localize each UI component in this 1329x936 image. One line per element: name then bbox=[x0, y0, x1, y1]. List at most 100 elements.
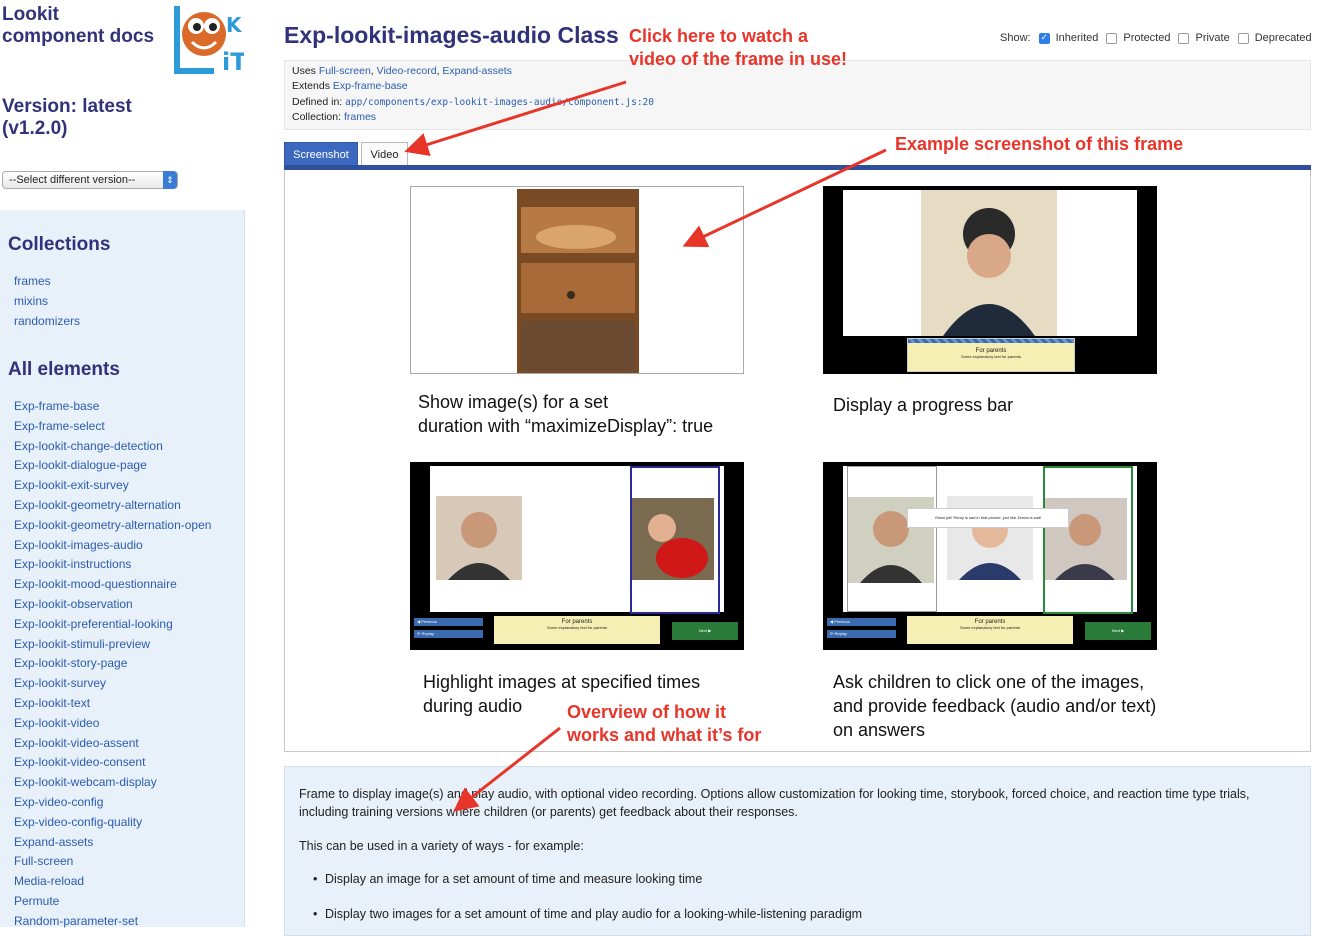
element-link[interactable]: Exp-lookit-preferential-looking bbox=[14, 615, 211, 635]
uses-link[interactable]: Full-screen bbox=[319, 65, 371, 77]
collection-link[interactable]: randomizers bbox=[14, 312, 80, 332]
uses-link[interactable]: Expand-assets bbox=[442, 65, 511, 77]
extends-link[interactable]: Exp-frame-base bbox=[333, 80, 408, 92]
element-link[interactable]: Exp-lookit-geometry-alternation-open bbox=[14, 516, 211, 536]
uses-link[interactable]: Video-record bbox=[377, 65, 437, 77]
child-photo bbox=[436, 496, 522, 580]
element-link[interactable]: Exp-lookit-story-page bbox=[14, 654, 211, 674]
element-link[interactable]: Exp-lookit-video bbox=[14, 714, 211, 734]
video-annotation: Click here to watch a video of the frame… bbox=[629, 25, 847, 71]
svg-text:iT: iT bbox=[222, 48, 244, 76]
highlighted-image bbox=[630, 466, 720, 614]
uses-label: Uses bbox=[292, 65, 316, 77]
collections-list: frames mixins randomizers bbox=[14, 272, 80, 331]
example-screenshot-image: For parents Some explanatory text for pa… bbox=[823, 186, 1157, 374]
element-link[interactable]: Random-parameter-set bbox=[14, 912, 211, 932]
element-link[interactable]: Exp-video-config bbox=[14, 793, 211, 813]
element-link[interactable]: Exp-lookit-mood-questionnaire bbox=[14, 575, 211, 595]
element-link[interactable]: Exp-lookit-survey bbox=[14, 674, 211, 694]
choice-image bbox=[847, 466, 937, 612]
annotation-line: works and what it’s for bbox=[567, 725, 762, 745]
version-select-value: --Select different version-- bbox=[9, 174, 136, 186]
collection-link[interactable]: frames bbox=[14, 272, 80, 292]
element-link[interactable]: Exp-lookit-text bbox=[14, 694, 211, 714]
caption-1: Show image(s) for a set duration with “m… bbox=[418, 390, 713, 438]
element-link[interactable]: Exp-lookit-geometry-alternation bbox=[14, 496, 211, 516]
screenshot-panel: For parents Some explanatory text for pa… bbox=[284, 170, 1311, 752]
protected-label[interactable]: Protected bbox=[1123, 32, 1170, 44]
defined-in-link[interactable]: app/components/exp-lookit-images-audio/c… bbox=[345, 97, 654, 108]
element-link[interactable]: Media-reload bbox=[14, 872, 211, 892]
element-link[interactable]: Exp-frame-base bbox=[14, 397, 211, 417]
example-screenshot-image: ◀ Previous ⟳ Replay For parents Some exp… bbox=[410, 462, 744, 650]
element-link[interactable]: Exp-lookit-webcam-display bbox=[14, 773, 211, 793]
deprecated-label[interactable]: Deprecated bbox=[1255, 32, 1312, 44]
nav-panel: Collections frames mixins randomizers Al… bbox=[0, 210, 245, 928]
parents-box: For parents Some explanatory text for pa… bbox=[907, 616, 1073, 644]
caption-line: Highlight images at specified times bbox=[423, 672, 701, 692]
sidebar: Lookit component docs K iT Version: late… bbox=[0, 0, 245, 928]
parents-box: For parents Some explanatory text for pa… bbox=[494, 616, 660, 644]
element-link[interactable]: Exp-frame-select bbox=[14, 417, 211, 437]
element-link[interactable]: Expand-assets bbox=[14, 833, 211, 853]
element-link[interactable]: Exp-lookit-observation bbox=[14, 595, 211, 615]
overview-paragraph: Frame to display image(s) and play audio… bbox=[299, 787, 1250, 819]
version-select[interactable]: --Select different version-- ⇕ bbox=[2, 171, 178, 189]
list-item: Display two images for a set amount of t… bbox=[313, 907, 862, 921]
annotation-line: Overview of how it bbox=[567, 702, 727, 722]
overview-annotation: Overview of how it works and what it’s f… bbox=[567, 701, 761, 747]
previous-button: ◀ Previous bbox=[827, 618, 896, 626]
collection-link[interactable]: mixins bbox=[14, 292, 80, 312]
replay-button: ⟳ Replay bbox=[414, 630, 483, 638]
inherited-label[interactable]: Inherited bbox=[1056, 32, 1099, 44]
caption-line: and provide feedback (audio and/or text) bbox=[833, 696, 1157, 716]
caption-2: Display a progress bar bbox=[833, 393, 1013, 417]
previous-button: ◀ Previous bbox=[414, 618, 483, 626]
tab-screenshot[interactable]: Screenshot bbox=[284, 142, 358, 166]
parents-box: For parents Some explanatory text for pa… bbox=[907, 338, 1075, 372]
collection-label: Collection: bbox=[292, 110, 342, 123]
feedback-popup: Great job! Remy is sad in that picture, … bbox=[907, 508, 1069, 528]
all-elements-heading: All elements bbox=[8, 359, 120, 380]
overview-section: Frame to display image(s) and play audio… bbox=[284, 766, 1311, 936]
lookit-logo[interactable]: K iT bbox=[172, 4, 244, 76]
element-link[interactable]: Exp-lookit-exit-survey bbox=[14, 476, 211, 496]
extends-label: Extends bbox=[292, 80, 330, 93]
screenshot-annotation: Example screenshot of this frame bbox=[895, 134, 1184, 154]
private-label[interactable]: Private bbox=[1195, 32, 1229, 44]
tab-video[interactable]: Video bbox=[361, 142, 408, 166]
annotation-line: Click here to watch a bbox=[629, 26, 809, 46]
element-link[interactable]: Permute bbox=[14, 892, 211, 912]
element-link[interactable]: Exp-lookit-dialogue-page bbox=[14, 456, 211, 476]
element-link[interactable]: Full-screen bbox=[14, 852, 211, 872]
collection-line: Collection: frames bbox=[292, 110, 1303, 125]
deprecated-checkbox[interactable] bbox=[1237, 32, 1249, 44]
element-link[interactable]: Exp-lookit-video-assent bbox=[14, 734, 211, 754]
progress-bar bbox=[908, 339, 1074, 343]
caption-line: on answers bbox=[833, 720, 926, 740]
page-title: Exp-lookit-images-audio Class bbox=[284, 22, 619, 48]
parents-text: Some explanatory text for parents bbox=[546, 625, 608, 630]
show-label: Show: bbox=[1000, 32, 1031, 44]
element-link[interactable]: Exp-lookit-images-audio bbox=[14, 536, 211, 556]
collection-link[interactable]: frames bbox=[344, 111, 376, 123]
protected-checkbox[interactable] bbox=[1106, 32, 1118, 44]
extends-line: Extends Exp-frame-base bbox=[292, 79, 1303, 94]
inherited-checkbox[interactable] bbox=[1038, 32, 1050, 44]
replay-button: ⟳ Replay bbox=[827, 630, 896, 638]
element-link[interactable]: Exp-lookit-stimuli-preview bbox=[14, 635, 211, 655]
svg-text:K: K bbox=[226, 13, 243, 37]
next-button: Next ▶ bbox=[672, 622, 738, 640]
next-button: Next ▶ bbox=[1085, 622, 1151, 640]
collections-heading: Collections bbox=[8, 234, 111, 255]
site-title[interactable]: Lookit component docs bbox=[2, 4, 162, 48]
element-link[interactable]: Exp-lookit-video-consent bbox=[14, 753, 211, 773]
elements-list: Exp-frame-base Exp-frame-select Exp-lookit… bbox=[14, 397, 211, 932]
caption-line: duration with “maximizeDisplay”: true bbox=[418, 416, 714, 436]
element-link[interactable]: Exp-video-config-quality bbox=[14, 813, 211, 833]
overview-paragraph: This can be used in a variety of ways - … bbox=[299, 839, 584, 853]
element-link[interactable]: Exp-lookit-instructions bbox=[14, 555, 211, 575]
element-link[interactable]: Exp-lookit-change-detection bbox=[14, 437, 211, 457]
private-checkbox[interactable] bbox=[1178, 32, 1190, 44]
correct-choice-image bbox=[1043, 466, 1133, 614]
